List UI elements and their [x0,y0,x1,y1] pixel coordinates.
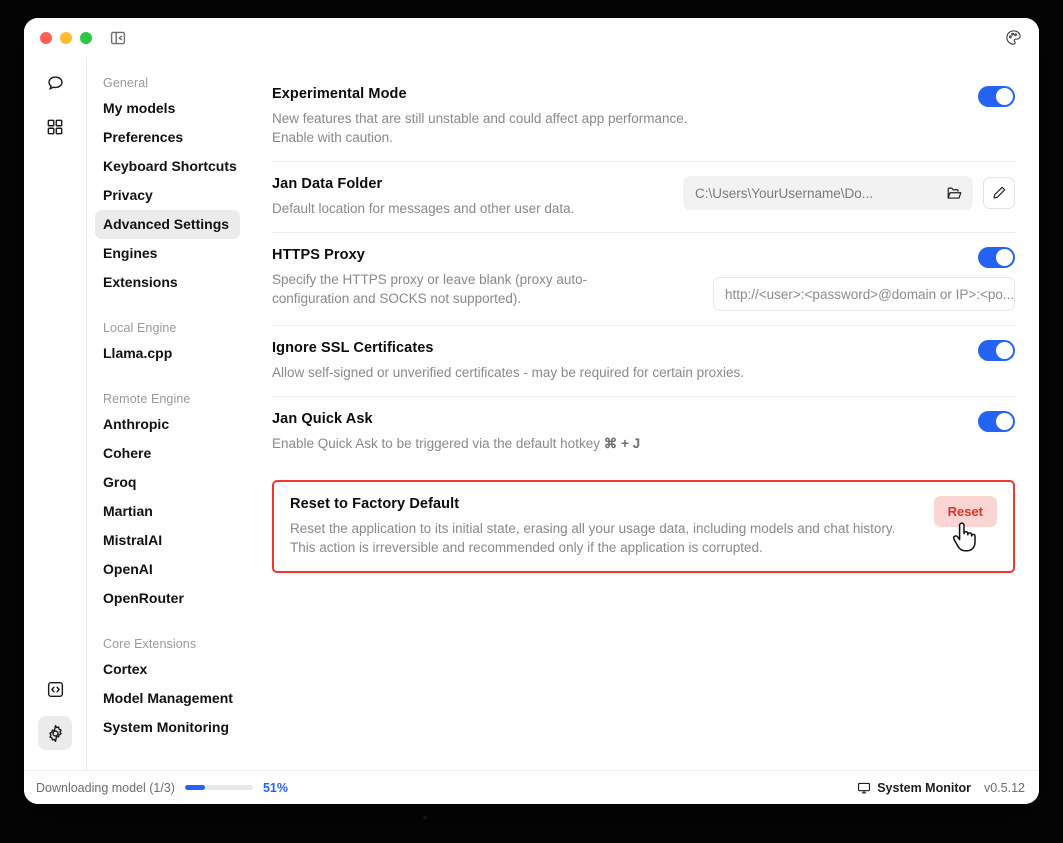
status-bar-right: System Monitor v0.5.12 [857,781,1025,795]
setting-text-experimental-mode: Experimental Mode New features that are … [272,86,712,147]
setting-row-https-proxy: HTTPS Proxy Specify the HTTPS proxy or l… [272,233,1015,326]
setting-control-experimental-mode [978,86,1015,107]
minimize-window-button[interactable] [60,32,72,44]
sidebar-item-system-monitoring[interactable]: System Monitoring [95,713,240,742]
sidebar-item-groq[interactable]: Groq [95,468,240,497]
download-label: Downloading model (1/3) [36,780,175,795]
maximize-window-button[interactable] [80,32,92,44]
setting-title-jan-data-folder: Jan Data Folder [272,176,383,192]
setting-text-quick-ask: Jan Quick Ask Enable Quick Ask to be tri… [272,411,640,453]
setting-title-reset: Reset to Factory Default [290,496,460,512]
pencil-icon [991,185,1007,201]
chat-bubble-icon[interactable] [38,66,72,100]
app-version: v0.5.12 [983,780,1025,795]
edit-data-folder-button[interactable] [983,177,1015,209]
data-folder-path-value: C:\Users\YourUsername\Do... [695,185,874,201]
https-proxy-toggle[interactable] [978,247,1015,268]
rail-bottom-group [24,672,86,760]
sidebar-item-keyboard-shortcuts[interactable]: Keyboard Shortcuts [95,152,240,181]
sidebar-item-mistralai[interactable]: MistralAI [95,526,240,555]
setting-control-ignore-ssl [978,340,1015,361]
window-controls [40,32,92,44]
setting-row-jan-data-folder: Jan Data Folder Default location for mes… [272,162,1015,233]
setting-text-reset: Reset to Factory Default Reset the appli… [290,496,905,557]
left-icon-rail [24,58,86,770]
sidebar-item-preferences[interactable]: Preferences [95,123,240,152]
palette-icon[interactable] [1005,29,1023,47]
jan-app-window: General My models Preferences Keyboard S… [24,18,1039,804]
sidebar-item-openrouter[interactable]: OpenRouter [95,584,240,613]
sidebar-item-extensions[interactable]: Extensions [95,268,240,297]
folder-open-icon[interactable] [946,185,963,202]
setting-row-ignore-ssl: Ignore SSL Certificates Allow self-signe… [272,326,1015,397]
setting-title-experimental-mode: Experimental Mode [272,86,407,102]
system-monitor-label: System Monitor [877,780,971,795]
setting-title-https-proxy: HTTPS Proxy [272,247,365,263]
sidebar-item-cohere[interactable]: Cohere [95,439,240,468]
setting-title-ignore-ssl: Ignore SSL Certificates [272,340,434,356]
ignore-ssl-toggle[interactable] [978,340,1015,361]
reset-button[interactable]: Reset [933,496,997,527]
setting-desc-reset: Reset the application to its initial sta… [290,521,896,555]
data-folder-path-field[interactable]: C:\Users\YourUsername\Do... [683,176,973,210]
setting-control-https-proxy: http://<user>:<password>@domain or IP>:<… [713,247,1015,311]
sidebar-item-my-models[interactable]: My models [95,94,240,123]
nav-group-label-remote-engine: Remote Engine [103,392,191,406]
quick-ask-toggle[interactable] [978,411,1015,432]
sidebar-item-advanced-settings[interactable]: Advanced Settings [95,210,240,239]
nav-group-label-local-engine: Local Engine [103,321,177,335]
sidebar-item-martian[interactable]: Martian [95,497,240,526]
sidebar-item-anthropic[interactable]: Anthropic [95,410,240,439]
sidebar-item-cortex[interactable]: Cortex [95,655,240,684]
setting-control-quick-ask [978,411,1015,432]
close-window-button[interactable] [40,32,52,44]
sidebar-item-llama-cpp[interactable]: Llama.cpp [95,339,240,368]
setting-text-ignore-ssl: Ignore SSL Certificates Allow self-signe… [272,340,744,382]
sidebar-item-openai[interactable]: OpenAI [95,555,240,584]
setting-desc-ignore-ssl: Allow self-signed or unverified certific… [272,365,744,380]
sidebar-item-privacy[interactable]: Privacy [95,181,240,210]
setting-desc-jan-data-folder: Default location for messages and other … [272,201,575,216]
nav-group-label-core-extensions: Core Extensions [103,637,197,651]
settings-nav: General My models Preferences Keyboard S… [86,58,248,770]
code-brackets-icon[interactable] [38,672,72,706]
quick-ask-hotkey: ⌘ + J [603,436,641,451]
setting-row-reset-factory-default: Reset to Factory Default Reset the appli… [272,480,1015,573]
setting-text-jan-data-folder: Jan Data Folder Default location for mes… [272,176,574,218]
app-body: General My models Preferences Keyboard S… [24,58,1039,770]
setting-desc-experimental-mode: New features that are still unstable and… [272,111,688,145]
setting-control-jan-data-folder: C:\Users\YourUsername\Do... [683,176,1015,210]
sidebar-item-engines[interactable]: Engines [95,239,240,268]
sidebar-item-model-management[interactable]: Model Management [95,684,240,713]
nav-group-label-general: General [103,76,149,90]
setting-desc-quick-ask: Enable Quick Ask to be triggered via the… [272,434,640,453]
download-percent: 51% [262,780,288,795]
setting-text-https-proxy: HTTPS Proxy Specify the HTTPS proxy or l… [272,247,592,308]
setting-row-experimental-mode: Experimental Mode New features that are … [272,72,1015,162]
status-bar: Downloading model (1/3) 51% System Monit… [24,770,1039,804]
screenshot-root: General My models Preferences Keyboard S… [0,0,1063,843]
https-proxy-input[interactable]: http://<user>:<password>@domain or IP>:<… [713,277,1015,311]
gear-icon[interactable] [38,716,72,750]
monitor-icon [857,781,871,795]
quick-ask-desc-text: Enable Quick Ask to be triggered via the… [272,436,604,451]
download-status: Downloading model (1/3) 51% [36,781,288,795]
grid-apps-icon[interactable] [38,110,72,144]
advanced-settings-panel: Experimental Mode New features that are … [248,58,1039,770]
experimental-mode-toggle[interactable] [978,86,1015,107]
title-bar [24,18,1039,58]
setting-desc-https-proxy: Specify the HTTPS proxy or leave blank (… [272,272,588,306]
setting-title-quick-ask: Jan Quick Ask [272,411,373,427]
download-progress-bar [184,785,253,790]
panel-left-collapse-icon[interactable] [109,29,127,47]
system-monitor-button[interactable]: System Monitor [857,781,971,795]
setting-row-quick-ask: Jan Quick Ask Enable Quick Ask to be tri… [272,397,1015,467]
setting-control-reset: Reset [933,496,997,527]
